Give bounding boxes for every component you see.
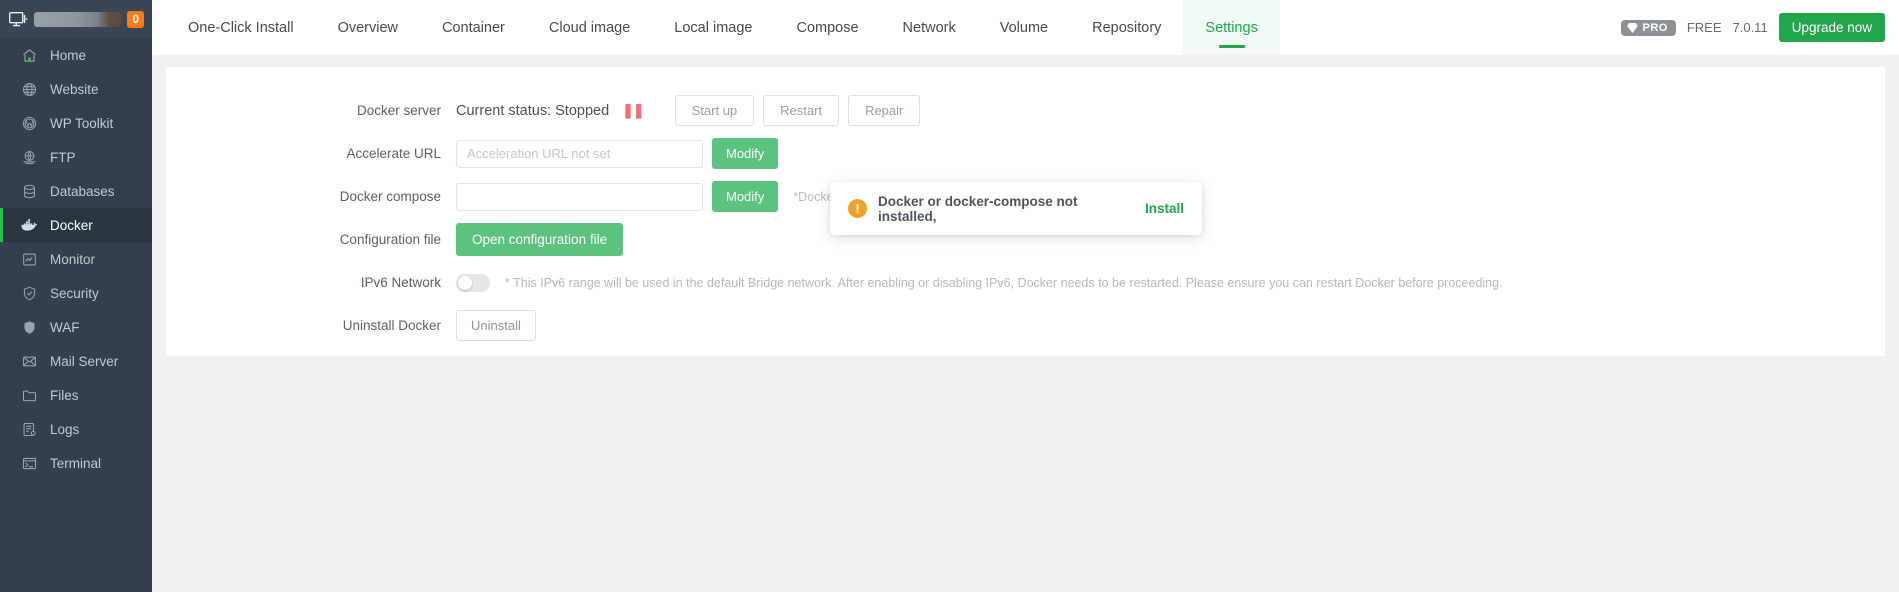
sidebar-item-terminal[interactable]: Terminal <box>0 446 152 480</box>
sidebar-item-label: Website <box>50 82 99 97</box>
shield-check-icon <box>21 285 37 301</box>
pause-icon: ❚❚ <box>622 102 643 119</box>
label-docker-compose: Docker compose <box>166 189 456 204</box>
notification-install-link[interactable]: Install <box>1145 201 1184 216</box>
version-label: 7.0.11 <box>1733 20 1768 35</box>
row-uninstall-docker: Uninstall Docker Uninstall <box>166 304 1885 347</box>
plan-label: FREE <box>1687 20 1722 35</box>
sidebar-item-home[interactable]: Home <box>0 38 152 72</box>
content-wrapper: Docker server Current status: Stopped ❚❚… <box>152 55 1899 592</box>
envelope-icon <box>21 353 37 369</box>
pro-badge-label: PRO <box>1642 22 1667 34</box>
sidebar-item-label: FTP <box>50 150 76 165</box>
terminal-icon <box>21 455 37 471</box>
sidebar-item-label: WP Toolkit <box>50 116 113 131</box>
sidebar-item-label: Mail Server <box>50 354 118 369</box>
sidebar-item-security[interactable]: Security <box>0 276 152 310</box>
accelerate-url-input[interactable] <box>456 140 703 168</box>
notification-message: Docker or docker-compose not installed, <box>878 194 1132 224</box>
tab-local-image[interactable]: Local image <box>652 0 774 55</box>
docker-whale-icon <box>21 217 37 233</box>
home-icon <box>21 47 37 63</box>
tab-cloud-image[interactable]: Cloud image <box>527 0 652 55</box>
row-ipv6-network: IPv6 Network * This IPv6 range will be u… <box>166 261 1885 304</box>
row-docker-server: Docker server Current status: Stopped ❚❚… <box>166 89 1885 132</box>
sidebar-item-waf[interactable]: WAF <box>0 310 152 344</box>
sidebar-item-label: Security <box>50 286 99 301</box>
diamond-icon <box>1627 23 1638 33</box>
tab-network[interactable]: Network <box>881 0 978 55</box>
sidebar-item-databases[interactable]: Databases <box>0 174 152 208</box>
app-root: 0 Home Website WP Toolkit <box>0 0 1899 592</box>
label-configuration-file: Configuration file <box>166 232 456 247</box>
sidebar-item-website[interactable]: Website <box>0 72 152 106</box>
pro-badge[interactable]: PRO <box>1621 20 1675 36</box>
sidebar-item-ftp[interactable]: FTP <box>0 140 152 174</box>
ipv6-network-hint: * This IPv6 range will be used in the de… <box>505 276 1503 290</box>
upgrade-now-button[interactable]: Upgrade now <box>1779 13 1885 42</box>
tab-repository[interactable]: Repository <box>1070 0 1183 55</box>
sidebar-header: 0 <box>0 0 152 38</box>
warning-exclamation-icon: ! <box>848 199 867 218</box>
user-name-redacted <box>34 12 121 27</box>
open-configuration-file-button[interactable]: Open configuration file <box>456 223 623 256</box>
top-navigation-bar: One-Click Install Overview Container Clo… <box>152 0 1899 55</box>
uninstall-button[interactable]: Uninstall <box>456 310 536 341</box>
tab-list: One-Click Install Overview Container Clo… <box>166 0 1280 55</box>
monitor-icon <box>9 12 28 27</box>
tab-container[interactable]: Container <box>420 0 527 55</box>
sidebar-item-logs[interactable]: Logs <box>0 412 152 446</box>
sidebar: 0 Home Website WP Toolkit <box>0 0 152 592</box>
label-accelerate-url: Accelerate URL <box>166 146 456 161</box>
restart-button[interactable]: Restart <box>763 95 839 126</box>
sidebar-nav: Home Website WP Toolkit FTP <box>0 38 152 592</box>
tab-settings[interactable]: Settings <box>1183 0 1279 55</box>
label-docker-server: Docker server <box>166 103 456 118</box>
notification-badge[interactable]: 0 <box>127 11 144 28</box>
sidebar-item-label: Monitor <box>50 252 95 267</box>
sidebar-item-label: Home <box>50 48 86 63</box>
sidebar-item-files[interactable]: Files <box>0 378 152 412</box>
sidebar-item-label: Terminal <box>50 456 101 471</box>
accelerate-url-modify-button[interactable]: Modify <box>712 138 778 169</box>
ftp-globe-icon <box>21 149 37 165</box>
repair-button[interactable]: Repair <box>848 95 920 126</box>
sidebar-item-docker[interactable]: Docker <box>0 208 152 242</box>
start-up-button[interactable]: Start up <box>675 95 755 126</box>
docker-compose-modify-button[interactable]: Modify <box>712 181 778 212</box>
ipv6-network-toggle[interactable] <box>456 274 490 292</box>
sidebar-item-wp-toolkit[interactable]: WP Toolkit <box>0 106 152 140</box>
label-uninstall-docker: Uninstall Docker <box>166 318 456 333</box>
shield-icon <box>21 319 37 335</box>
tab-one-click-install[interactable]: One-Click Install <box>166 0 316 55</box>
sidebar-item-label: Logs <box>50 422 79 437</box>
sidebar-item-label: Files <box>50 388 79 403</box>
tab-compose[interactable]: Compose <box>774 0 880 55</box>
label-ipv6-network: IPv6 Network <box>166 275 456 290</box>
globe-icon <box>21 81 37 97</box>
sidebar-item-monitor[interactable]: Monitor <box>0 242 152 276</box>
log-list-icon <box>21 421 37 437</box>
top-right-actions: PRO FREE 7.0.11 Upgrade now <box>1621 0 1899 55</box>
docker-compose-input[interactable] <box>456 183 703 211</box>
database-icon <box>21 183 37 199</box>
sidebar-item-mail-server[interactable]: Mail Server <box>0 344 152 378</box>
tab-volume[interactable]: Volume <box>978 0 1070 55</box>
monitor-chart-icon <box>21 251 37 267</box>
docker-status-text: Current status: Stopped <box>456 103 609 119</box>
sidebar-item-label: Databases <box>50 184 115 199</box>
sidebar-item-label: Docker <box>50 218 93 233</box>
notification-toast: ! Docker or docker-compose not installed… <box>830 182 1202 235</box>
sidebar-item-label: WAF <box>50 320 80 335</box>
toggle-knob <box>458 276 472 290</box>
folder-icon <box>21 387 37 403</box>
row-accelerate-url: Accelerate URL Modify <box>166 132 1885 175</box>
tab-overview[interactable]: Overview <box>316 0 420 55</box>
main-area: One-Click Install Overview Container Clo… <box>152 0 1899 592</box>
wordpress-icon <box>21 115 37 131</box>
